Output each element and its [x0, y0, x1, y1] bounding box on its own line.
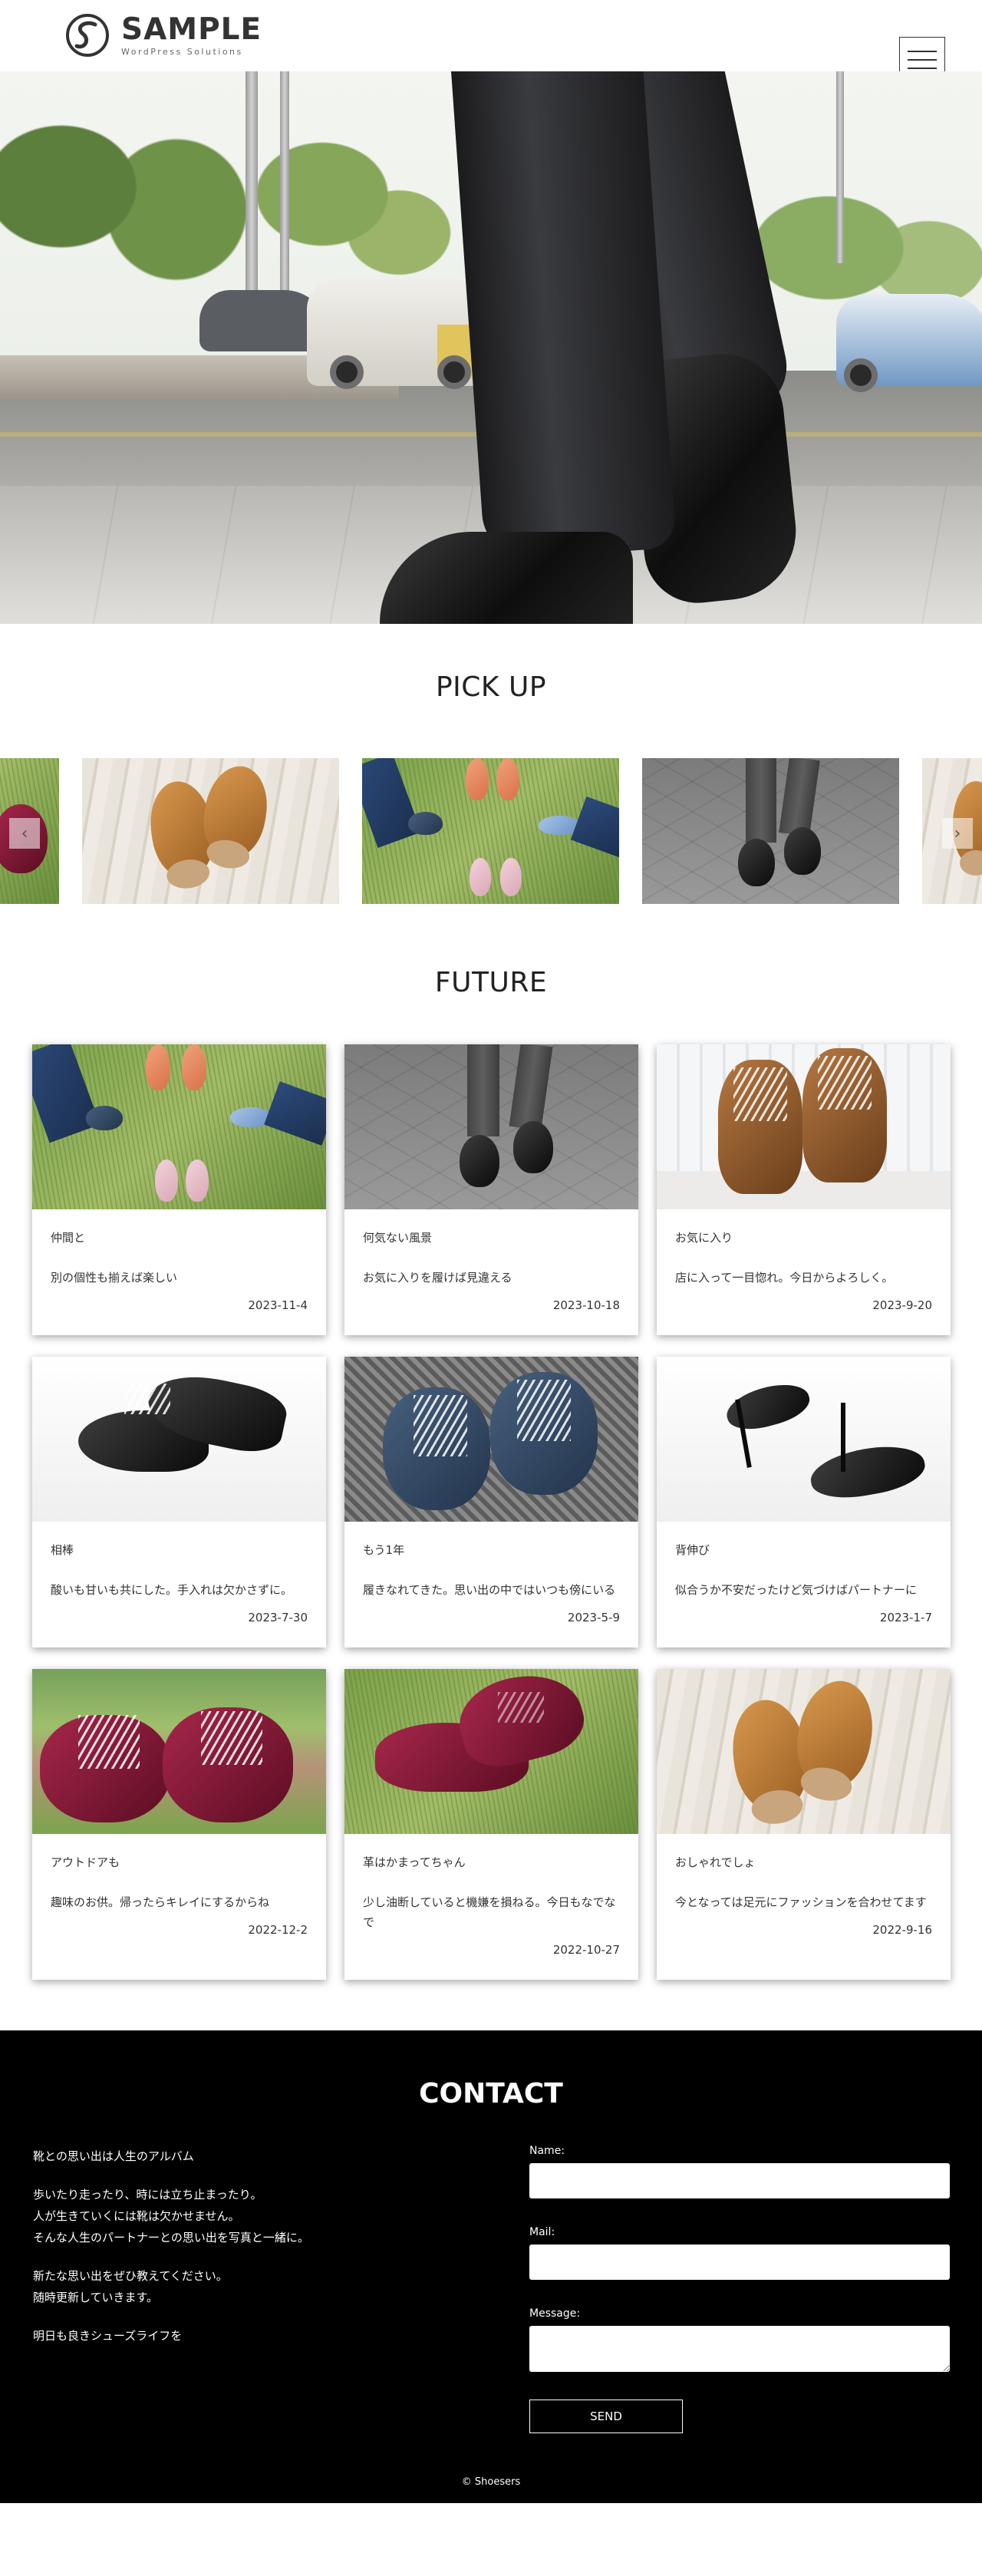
hamburger-icon-bar [908, 59, 937, 61]
logo-text: SAMPLE WordPress Solutions [121, 12, 262, 57]
contact-paragraph: 新たな思い出をぜひ教えてください。 随時更新していきます。 [33, 2265, 309, 2308]
message-field[interactable] [529, 2326, 950, 2372]
post-card-image[interactable] [344, 1357, 638, 1522]
post-card[interactable]: 何気ない風景 お気に入りを履けば見違える 2023-10-18 [344, 1044, 638, 1335]
post-card-title[interactable]: 相棒 [51, 1542, 308, 1558]
post-card-excerpt: 今となっては足元にファッションを合わせてます [675, 1895, 927, 1909]
post-card-title[interactable]: もう1年 [363, 1542, 620, 1558]
post-card-excerpt: 履きなれてきた。思い出の中ではいつも傍にいる [363, 1583, 616, 1597]
message-label: Message: [529, 2307, 581, 2320]
copyright: © Shoesers [461, 2476, 521, 2488]
contact-closing: 明日も良きシューズライフを [33, 2329, 183, 2343]
post-card-image[interactable] [344, 1044, 638, 1209]
chevron-right-icon[interactable]: › [942, 818, 973, 849]
post-card-excerpt: 酸いも甘いも共にした。手入れは欠かさずに。 [51, 1583, 293, 1597]
future-grid: 仲間と 別の個性も揃えば楽しい 2023-11-4 何気ない風景 お気に入りを履… [32, 1044, 951, 1980]
post-card-title[interactable]: お気に入り [675, 1229, 932, 1246]
pickup-slider[interactable]: ‹ › [0, 758, 982, 904]
contact-line: 新たな思い出をぜひ教えてください。 [33, 2269, 228, 2283]
slider-item[interactable] [362, 758, 619, 904]
post-card-title[interactable]: 革はかまってちゃん [363, 1854, 620, 1871]
post-card-image[interactable] [657, 1357, 951, 1522]
post-card-image[interactable] [32, 1357, 326, 1522]
send-button[interactable]: SEND [529, 2400, 683, 2433]
post-card-title[interactable]: 何気ない風景 [363, 1229, 620, 1246]
post-card-date: 2022-12-2 [248, 1923, 308, 1937]
post-card-image[interactable] [32, 1044, 326, 1209]
contact-message: 靴との思い出は人生のアルバム 歩いたり走ったり、時には立ち止まったり。 人が生き… [33, 2146, 309, 2363]
post-card-excerpt: 似合うか不安だったけど気づけばパートナーに [675, 1583, 918, 1597]
name-label: Name: [529, 2145, 565, 2157]
post-card-date: 2023-5-9 [567, 1611, 620, 1624]
mail-field[interactable] [529, 2245, 950, 2280]
hamburger-icon-bar [908, 68, 937, 69]
post-card-image[interactable] [32, 1669, 326, 1834]
post-card-excerpt: お気に入りを履けば見違える [363, 1271, 512, 1285]
post-card-excerpt: 店に入って一目惚れ。今日からよろしく。 [675, 1271, 894, 1285]
post-card[interactable]: 背伸び 似合うか不安だったけど気づけばパートナーに 2023-1-7 [657, 1357, 951, 1648]
chevron-left-icon[interactable]: ‹ [9, 818, 40, 849]
post-card-date: 2023-11-4 [248, 1298, 308, 1312]
post-card[interactable]: 革はかまってちゃん 少し油断していると機嫌を損ねる。今日もなでなで 2022-1… [344, 1669, 638, 1980]
contact-section: CONTACT 靴との思い出は人生のアルバム 歩いたり走ったり、時には立ち止まっ… [0, 2030, 982, 2503]
post-card-image[interactable] [657, 1669, 951, 1834]
post-card-image[interactable] [344, 1669, 638, 1834]
post-card[interactable]: お気に入り 店に入って一目惚れ。今日からよろしく。 2023-9-20 [657, 1044, 951, 1335]
post-card-date: 2022-9-16 [872, 1923, 932, 1937]
post-card[interactable]: 相棒 酸いも甘いも共にした。手入れは欠かさずに。 2023-7-30 [32, 1357, 326, 1648]
contact-line: 随時更新していきます。 [33, 2291, 159, 2304]
contact-paragraph: 歩いたり走ったり、時には立ち止まったり。 人が生きていくには靴は欠かせません。 … [33, 2184, 309, 2248]
post-card-date: 2023-10-18 [552, 1298, 620, 1312]
site-logo[interactable]: SAMPLE WordPress Solutions [64, 12, 262, 58]
post-card-title[interactable]: アウトドアも [51, 1854, 308, 1871]
post-card-date: 2023-9-20 [872, 1298, 932, 1312]
post-card-date: 2023-1-7 [879, 1611, 932, 1624]
logo-subtitle: WordPress Solutions [121, 46, 243, 57]
post-card[interactable]: おしゃれでしょ 今となっては足元にファッションを合わせてます 2022-9-16 [657, 1669, 951, 1980]
name-field[interactable] [529, 2163, 950, 2198]
post-card-excerpt: 少し油断していると機嫌を損ねる。今日もなでなで [363, 1895, 616, 1929]
post-card-title[interactable]: おしゃれでしょ [675, 1854, 932, 1871]
post-card-date: 2023-7-30 [248, 1611, 308, 1624]
contact-intro: 靴との思い出は人生のアルバム [33, 2149, 194, 2163]
contact-form: Name: Mail: Message: SEND [529, 2143, 950, 2433]
post-card-date: 2022-10-27 [552, 1943, 620, 1957]
logo-title: SAMPLE [121, 12, 262, 47]
slider-item[interactable] [642, 758, 899, 904]
future-heading: FUTURE [434, 967, 548, 998]
post-card-title[interactable]: 背伸び [675, 1542, 932, 1558]
contact-line: そんな人生のパートナーとの思い出を写真と一緒に。 [33, 2231, 309, 2245]
post-card-excerpt: 趣味のお供。帰ったらキレイにするからね [51, 1895, 270, 1909]
slider-item[interactable] [82, 758, 339, 904]
post-card[interactable]: もう1年 履きなれてきた。思い出の中ではいつも傍にいる 2023-5-9 [344, 1357, 638, 1648]
post-card[interactable]: アウトドアも 趣味のお供。帰ったらキレイにするからね 2022-12-2 [32, 1669, 326, 1980]
contact-heading: CONTACT [419, 2078, 563, 2109]
hamburger-icon-bar [908, 51, 937, 52]
contact-line: 人が生きていくには靴は欠かせません。 [33, 2209, 240, 2223]
contact-line: 歩いたり走ったり、時には立ち止まったり。 [33, 2188, 262, 2202]
post-card-excerpt: 別の個性も揃えば楽しい [51, 1271, 178, 1285]
post-card-image[interactable] [657, 1044, 951, 1209]
logo-mark-icon [66, 14, 109, 57]
pickup-heading: PICK UP [435, 671, 547, 703]
hero-image [0, 71, 982, 624]
post-card[interactable]: 仲間と 別の個性も揃えば楽しい 2023-11-4 [32, 1044, 326, 1335]
mail-label: Mail: [529, 2226, 555, 2238]
post-card-title[interactable]: 仲間と [51, 1229, 308, 1246]
site-header: SAMPLE WordPress Solutions [0, 0, 982, 83]
